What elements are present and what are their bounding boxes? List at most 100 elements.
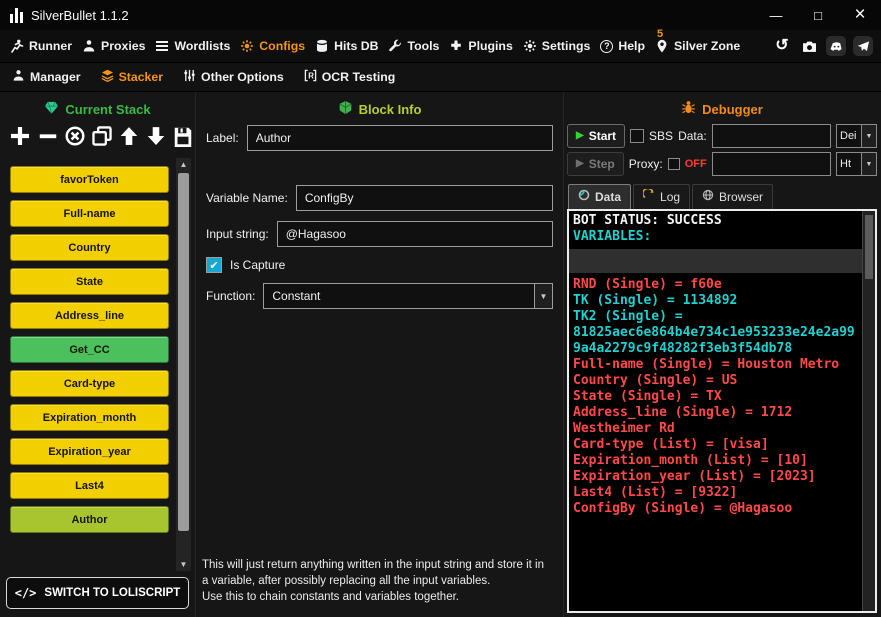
- proxy-checkbox[interactable]: [667, 158, 680, 170]
- block-info-header: Block Info: [196, 92, 563, 120]
- main-menu-bar: Runner Proxies Wordlists Configs Hits DB…: [0, 28, 881, 63]
- database-icon: [315, 39, 329, 53]
- scrollbar-thumb[interactable]: [178, 173, 189, 531]
- add-block-icon[interactable]: [8, 124, 32, 148]
- menu-item-runner[interactable]: Runner: [10, 39, 72, 53]
- play-icon: ▶: [576, 158, 584, 169]
- log-line: State (Single) = TX: [573, 389, 722, 404]
- menu-item-help[interactable]: ? Help: [600, 39, 645, 53]
- history-icon[interactable]: ↺: [772, 36, 792, 56]
- wordlist-type-select[interactable]: Dei ▼: [836, 124, 877, 148]
- close-button[interactable]: ×: [839, 0, 881, 30]
- person-icon: [12, 69, 25, 85]
- tab-log[interactable]: Log: [633, 184, 691, 209]
- save-icon[interactable]: [172, 125, 194, 147]
- menu-item-tools[interactable]: Tools: [388, 39, 439, 53]
- function-select[interactable]: Constant ▼: [263, 283, 553, 309]
- check-icon: ✔: [209, 259, 219, 272]
- window-title: SilverBullet 1.1.2: [31, 7, 129, 23]
- tab-other-options[interactable]: Other Options: [183, 69, 284, 85]
- clear-stack-icon[interactable]: [64, 125, 86, 147]
- stack-panel-title: Current Stack: [65, 101, 151, 117]
- scroll-up-icon[interactable]: ▲: [180, 160, 188, 169]
- tab-stacker[interactable]: Stacker: [101, 69, 163, 85]
- debugger-tabs: Data Log Browser: [568, 184, 877, 209]
- stack-scrollbar[interactable]: ▲ ▼: [176, 158, 191, 571]
- telegram-icon[interactable]: [853, 36, 873, 56]
- stack-block[interactable]: Last4: [10, 472, 169, 499]
- discord-icon[interactable]: [826, 36, 846, 56]
- input-string-input[interactable]: [276, 221, 553, 247]
- log-line: Last4 (List) = [9322]: [573, 485, 738, 500]
- play-icon: ▶: [576, 130, 584, 141]
- stack-block[interactable]: Expiration_year: [10, 438, 169, 465]
- app-logo-icon: [10, 7, 23, 23]
- move-down-icon[interactable]: [145, 125, 167, 147]
- tab-data[interactable]: Data: [568, 184, 632, 209]
- camera-icon[interactable]: [799, 36, 819, 56]
- proxy-type-select[interactable]: Ht ▼: [836, 152, 877, 176]
- maximize-button[interactable]: □: [797, 0, 839, 30]
- block-description: This will just return anything written i…: [196, 557, 563, 617]
- stack-block[interactable]: Get_CC: [10, 336, 169, 363]
- minimize-button[interactable]: —: [755, 0, 797, 30]
- scrollbar-thumb[interactable]: [865, 215, 873, 279]
- data-input[interactable]: [711, 124, 831, 148]
- gear-icon: [240, 39, 254, 53]
- stack-panel: Current Stack favorToken Full-name Count…: [0, 92, 196, 617]
- stack-block[interactable]: State: [10, 268, 169, 295]
- tab-browser[interactable]: Browser: [692, 184, 774, 209]
- stack-block[interactable]: Card-type: [10, 370, 169, 397]
- label-input[interactable]: [246, 125, 553, 151]
- code-icon: </>: [14, 586, 37, 600]
- log-line-selected[interactable]: [569, 249, 862, 273]
- menu-item-silver-zone[interactable]: 5 Silver Zone: [655, 28, 740, 53]
- log-line: Card-type (List) = [visa]: [573, 437, 769, 452]
- switch-to-loliscript-button[interactable]: </> SWITCH TO LOLISCRIPT: [6, 577, 189, 609]
- menu-item-hits-db[interactable]: Hits DB: [315, 39, 378, 53]
- proxy-input[interactable]: [711, 152, 831, 176]
- is-capture-checkbox[interactable]: ✔: [206, 257, 222, 273]
- step-button-label: Step: [588, 157, 615, 171]
- tab-manager[interactable]: Manager: [12, 69, 81, 85]
- log-line: BOT STATUS: SUCCESS: [573, 213, 722, 228]
- menu-item-label: Plugins: [468, 39, 513, 53]
- chevron-down-icon: ▼: [534, 284, 552, 308]
- stack-block[interactable]: Country: [10, 234, 169, 261]
- gem-icon: [44, 100, 59, 118]
- remove-block-icon[interactable]: [37, 125, 59, 147]
- wordlist-type-value: Dei: [840, 130, 857, 142]
- menu-item-label: Proxies: [101, 39, 146, 53]
- stack-block-selected[interactable]: Author: [10, 506, 169, 533]
- chevron-down-icon: ▼: [861, 125, 876, 147]
- menu-item-plugins[interactable]: Plugins: [449, 39, 513, 53]
- duplicate-block-icon[interactable]: [91, 125, 113, 147]
- sbs-checkbox[interactable]: [630, 129, 645, 143]
- question-icon: ?: [600, 39, 614, 53]
- tab-label: OCR Testing: [321, 70, 396, 84]
- log-scrollbar[interactable]: [862, 211, 875, 611]
- stack-block[interactable]: Address_line: [10, 302, 169, 329]
- stack-block[interactable]: favorToken: [10, 166, 169, 193]
- step-button[interactable]: ▶ Step: [567, 152, 624, 176]
- log-line: Address_line (Single) = 1712 Westheimer …: [573, 405, 800, 436]
- function-label: Function:: [206, 289, 256, 303]
- person-icon: [82, 39, 96, 53]
- menu-item-proxies[interactable]: Proxies: [82, 39, 145, 53]
- menu-item-label: Runner: [29, 39, 73, 53]
- menu-item-configs[interactable]: Configs: [240, 39, 305, 53]
- menu-item-wordlists[interactable]: Wordlists: [155, 39, 230, 53]
- debugger-title: Debugger: [702, 101, 763, 117]
- stack-block[interactable]: Expiration_month: [10, 404, 169, 431]
- scroll-down-icon[interactable]: ▼: [180, 560, 188, 569]
- tab-label: Data: [595, 189, 622, 204]
- start-button[interactable]: ▶ Start: [567, 124, 626, 148]
- menu-item-settings[interactable]: Settings: [523, 39, 590, 53]
- tab-label: Browser: [719, 189, 764, 204]
- variable-name-input[interactable]: [295, 185, 553, 211]
- log-line: RND (Single) = f60e: [573, 277, 722, 292]
- log-tab-icon: [642, 187, 655, 204]
- stack-block[interactable]: Full-name: [10, 200, 169, 227]
- tab-ocr-testing[interactable]: R OCR Testing: [304, 69, 396, 85]
- move-up-icon[interactable]: [118, 125, 140, 147]
